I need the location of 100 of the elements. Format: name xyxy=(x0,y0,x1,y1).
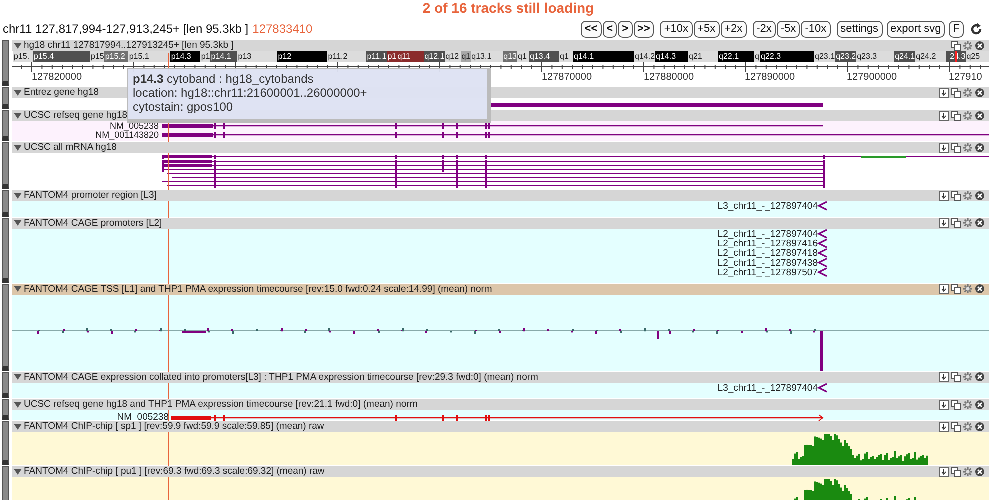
reload-icon[interactable] xyxy=(970,22,983,36)
zoom-in-button[interactable]: +5x xyxy=(694,20,720,38)
download-icon[interactable] xyxy=(939,88,949,98)
cytoband[interactable]: q13.4 xyxy=(529,51,559,62)
close-icon[interactable] xyxy=(975,190,985,200)
download-icon[interactable] xyxy=(939,110,949,120)
duplicate-icon[interactable] xyxy=(951,372,961,382)
cytoband[interactable]: p14.1 xyxy=(210,51,238,62)
cytoband[interactable]: q1 xyxy=(559,51,573,62)
action-button[interactable]: F xyxy=(949,20,964,38)
duplicate-icon[interactable] xyxy=(951,110,961,120)
cytoband[interactable]: p15.2 xyxy=(104,51,128,62)
zoom-out-button[interactable]: -10x xyxy=(801,20,831,38)
close-icon[interactable] xyxy=(975,284,985,294)
cytoband[interactable]: p15.4 xyxy=(33,51,90,62)
duplicate-icon[interactable] xyxy=(951,190,961,200)
duplicate-icon[interactable] xyxy=(951,284,961,294)
cytoband[interactable]: q23.3 xyxy=(856,51,894,62)
track-header[interactable]: FANTOM4 CAGE expression collated into promoters[L3] : THP1 PMA expression timecourse [rev:29.3 fwd:0] (mean) norm xyxy=(12,372,989,383)
close-icon[interactable] xyxy=(975,422,985,432)
duplicate-icon[interactable] xyxy=(951,88,961,98)
cytoband[interactable]: p11.2 xyxy=(327,51,366,62)
cytoband[interactable]: p1 xyxy=(386,51,397,62)
cytoband[interactable]: q1 xyxy=(460,51,471,62)
expand-triangle-icon[interactable] xyxy=(14,402,22,408)
zoom-out-button[interactable]: -5x xyxy=(776,20,800,38)
track-header[interactable]: FANTOM4 CAGE promoters [L2] xyxy=(12,218,989,229)
cytoband[interactable]: q12 xyxy=(444,51,461,62)
cytoband[interactable]: p15. xyxy=(13,51,33,62)
cytoband[interactable]: q14.1 xyxy=(573,51,634,62)
track-header[interactable]: FANTOM4 promoter region [L3] xyxy=(12,190,989,201)
track-header[interactable]: FANTOM4 ChIP-chip [ sp1 ] [rev:59.9 fwd:59.9 scale:59.85] (mean) raw xyxy=(12,421,989,432)
download-icon[interactable] xyxy=(939,142,949,152)
track-header[interactable]: UCSC all mRNA hg18 xyxy=(12,142,989,153)
expand-triangle-icon[interactable] xyxy=(14,42,22,48)
expand-triangle-icon[interactable] xyxy=(14,286,22,292)
close-icon[interactable] xyxy=(975,400,985,410)
cytoband[interactable]: q13.1 xyxy=(470,51,503,62)
cytoband[interactable]: p1 xyxy=(200,51,210,62)
cytoband[interactable]: p13 xyxy=(237,51,278,62)
cytoband[interactable]: q14.3 xyxy=(655,51,688,62)
expand-triangle-icon[interactable] xyxy=(14,112,22,118)
navigate-button[interactable]: >> xyxy=(634,20,654,38)
cytoband[interactable]: q22.1 xyxy=(718,51,754,62)
cytoband[interactable]: q25 xyxy=(966,51,989,62)
cytoband[interactable]: q12.1 xyxy=(424,51,445,62)
close-icon[interactable] xyxy=(975,466,985,477)
close-icon[interactable] xyxy=(975,88,985,98)
navigate-button[interactable]: << xyxy=(580,20,602,38)
download-icon[interactable] xyxy=(939,400,949,410)
navigate-button[interactable]: > xyxy=(618,20,632,38)
duplicate-icon[interactable] xyxy=(951,40,961,50)
duplicate-icon[interactable] xyxy=(951,422,961,432)
cytoband[interactable]: p15.1 xyxy=(128,51,170,62)
download-icon[interactable] xyxy=(939,284,949,294)
cytoband[interactable]: q13 xyxy=(502,51,517,62)
expand-triangle-icon[interactable] xyxy=(14,90,22,96)
duplicate-icon[interactable] xyxy=(951,142,961,152)
cytoband[interactable]: p15 xyxy=(90,51,104,62)
action-button[interactable]: export svg xyxy=(886,20,946,38)
cytoband[interactable]: p12 xyxy=(277,51,328,62)
cytoband[interactable]: p11.1 xyxy=(366,51,387,62)
duplicate-icon[interactable] xyxy=(951,218,961,228)
cytoband[interactable]: q11 xyxy=(396,51,424,62)
zoom-in-button[interactable]: +10x xyxy=(660,20,693,38)
download-icon[interactable] xyxy=(939,372,949,382)
track-header[interactable]: hg18 chr11 127817994..127913245+ [len 95.3kb ] xyxy=(12,40,989,51)
close-icon[interactable] xyxy=(975,40,985,50)
duplicate-icon[interactable] xyxy=(951,400,961,410)
expand-triangle-icon[interactable] xyxy=(14,424,22,430)
expand-triangle-icon[interactable] xyxy=(14,468,22,475)
navigate-button[interactable]: < xyxy=(602,20,618,38)
expand-triangle-icon[interactable] xyxy=(14,374,22,380)
download-icon[interactable] xyxy=(939,422,949,432)
download-icon[interactable] xyxy=(939,218,949,228)
cytoband[interactable]: q1 xyxy=(517,51,529,62)
track-header[interactable]: FANTOM4 CAGE TSS [L1] and THP1 PMA expression timecourse [rev:15.0 fwd:0.24 scale:14.99] (mean) norm xyxy=(12,284,989,295)
cytoband[interactable]: q24.2 xyxy=(915,51,946,62)
cytoband[interactable]: q22.3 xyxy=(760,51,814,62)
download-icon[interactable] xyxy=(939,190,949,200)
close-icon[interactable] xyxy=(975,110,985,120)
duplicate-icon[interactable] xyxy=(951,466,961,477)
expand-triangle-icon[interactable] xyxy=(14,192,22,198)
track-header[interactable]: FANTOM4 ChIP-chip [ pu1 ] [rev:69.3 fwd:69.3 scale:69.32] (mean) raw xyxy=(12,466,989,478)
cytoband[interactable]: q24.1 xyxy=(894,51,916,62)
cytoband[interactable]: q21 xyxy=(688,51,718,62)
zoom-out-button[interactable]: -2x xyxy=(752,20,776,38)
cytoband[interactable]: p14.3 xyxy=(170,51,200,62)
cytoband[interactable]: q14.2 xyxy=(634,51,656,62)
close-icon[interactable] xyxy=(975,372,985,382)
zoom-in-button[interactable]: +2x xyxy=(720,20,747,38)
cytoband[interactable]: q23.1 xyxy=(814,51,836,62)
track-header[interactable]: UCSC refseq gene hg18 and THP1 PMA expression timecourse [rev:21.1 fwd:0] (mean) norm xyxy=(12,399,989,410)
close-icon[interactable] xyxy=(975,218,985,228)
action-button[interactable]: settings xyxy=(836,20,883,38)
cytoband[interactable]: q xyxy=(754,51,760,62)
cytoband[interactable]: q23.2 xyxy=(835,51,856,62)
expand-triangle-icon[interactable] xyxy=(14,144,22,150)
download-icon[interactable] xyxy=(939,466,949,477)
expand-triangle-icon[interactable] xyxy=(14,220,22,226)
